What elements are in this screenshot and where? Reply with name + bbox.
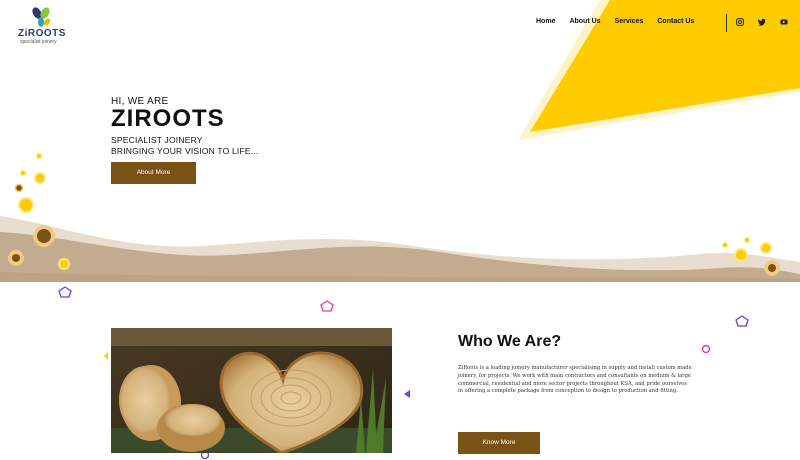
main-nav: Home About Us Services Contact Us — [536, 18, 694, 25]
deco-circle — [768, 264, 776, 272]
deco-circle — [36, 153, 42, 159]
wood-heart-image — [111, 328, 392, 453]
who-we-are-title: Who We Are? — [458, 333, 562, 350]
deco-ring — [701, 344, 711, 354]
nav-services[interactable]: Services — [615, 18, 644, 25]
about-more-button[interactable]: About More — [111, 162, 196, 184]
nav-divider — [726, 14, 727, 32]
logo-tagline: specialist joinery — [20, 39, 57, 45]
who-we-are-text: ZiRoots is a leading joinery manufacture… — [458, 365, 692, 395]
logo-brand: ZiROOTS — [18, 28, 66, 39]
deco-circle — [37, 229, 51, 243]
twitter-icon[interactable] — [758, 18, 766, 26]
deco-circle — [760, 242, 772, 254]
youtube-icon[interactable] — [780, 18, 788, 26]
logo[interactable]: ZiROOTS specialist joinery — [18, 6, 68, 46]
social-links — [736, 18, 788, 26]
deco-circle — [744, 237, 750, 243]
deco-circle — [14, 183, 24, 193]
nav-about-us[interactable]: About Us — [569, 18, 600, 25]
know-more-button[interactable]: Know More — [458, 432, 540, 454]
deco-circle — [58, 258, 70, 270]
deco-circle — [12, 254, 20, 262]
nav-contact-us[interactable]: Contact Us — [657, 18, 694, 25]
deco-pentagon — [58, 286, 72, 298]
deco-circle — [34, 172, 46, 184]
nav-home[interactable]: Home — [536, 18, 555, 25]
deco-triangle — [404, 390, 410, 398]
deco-triangle — [104, 352, 108, 360]
hero-subtitle-line1: SPECIALIST JOINERY — [111, 135, 203, 145]
hero-title: ZIROOTS — [111, 105, 225, 132]
deco-pentagon — [320, 300, 334, 312]
deco-circle — [20, 170, 26, 176]
instagram-icon[interactable] — [736, 18, 744, 26]
deco-circle — [734, 248, 748, 262]
deco-circle — [18, 197, 34, 213]
hero-subtitle-line2: BRINGING YOUR VISION TO LIFE... — [111, 146, 259, 156]
deco-pentagon — [735, 315, 749, 327]
deco-circle — [722, 242, 728, 248]
logo-leaves-icon — [32, 7, 51, 27]
